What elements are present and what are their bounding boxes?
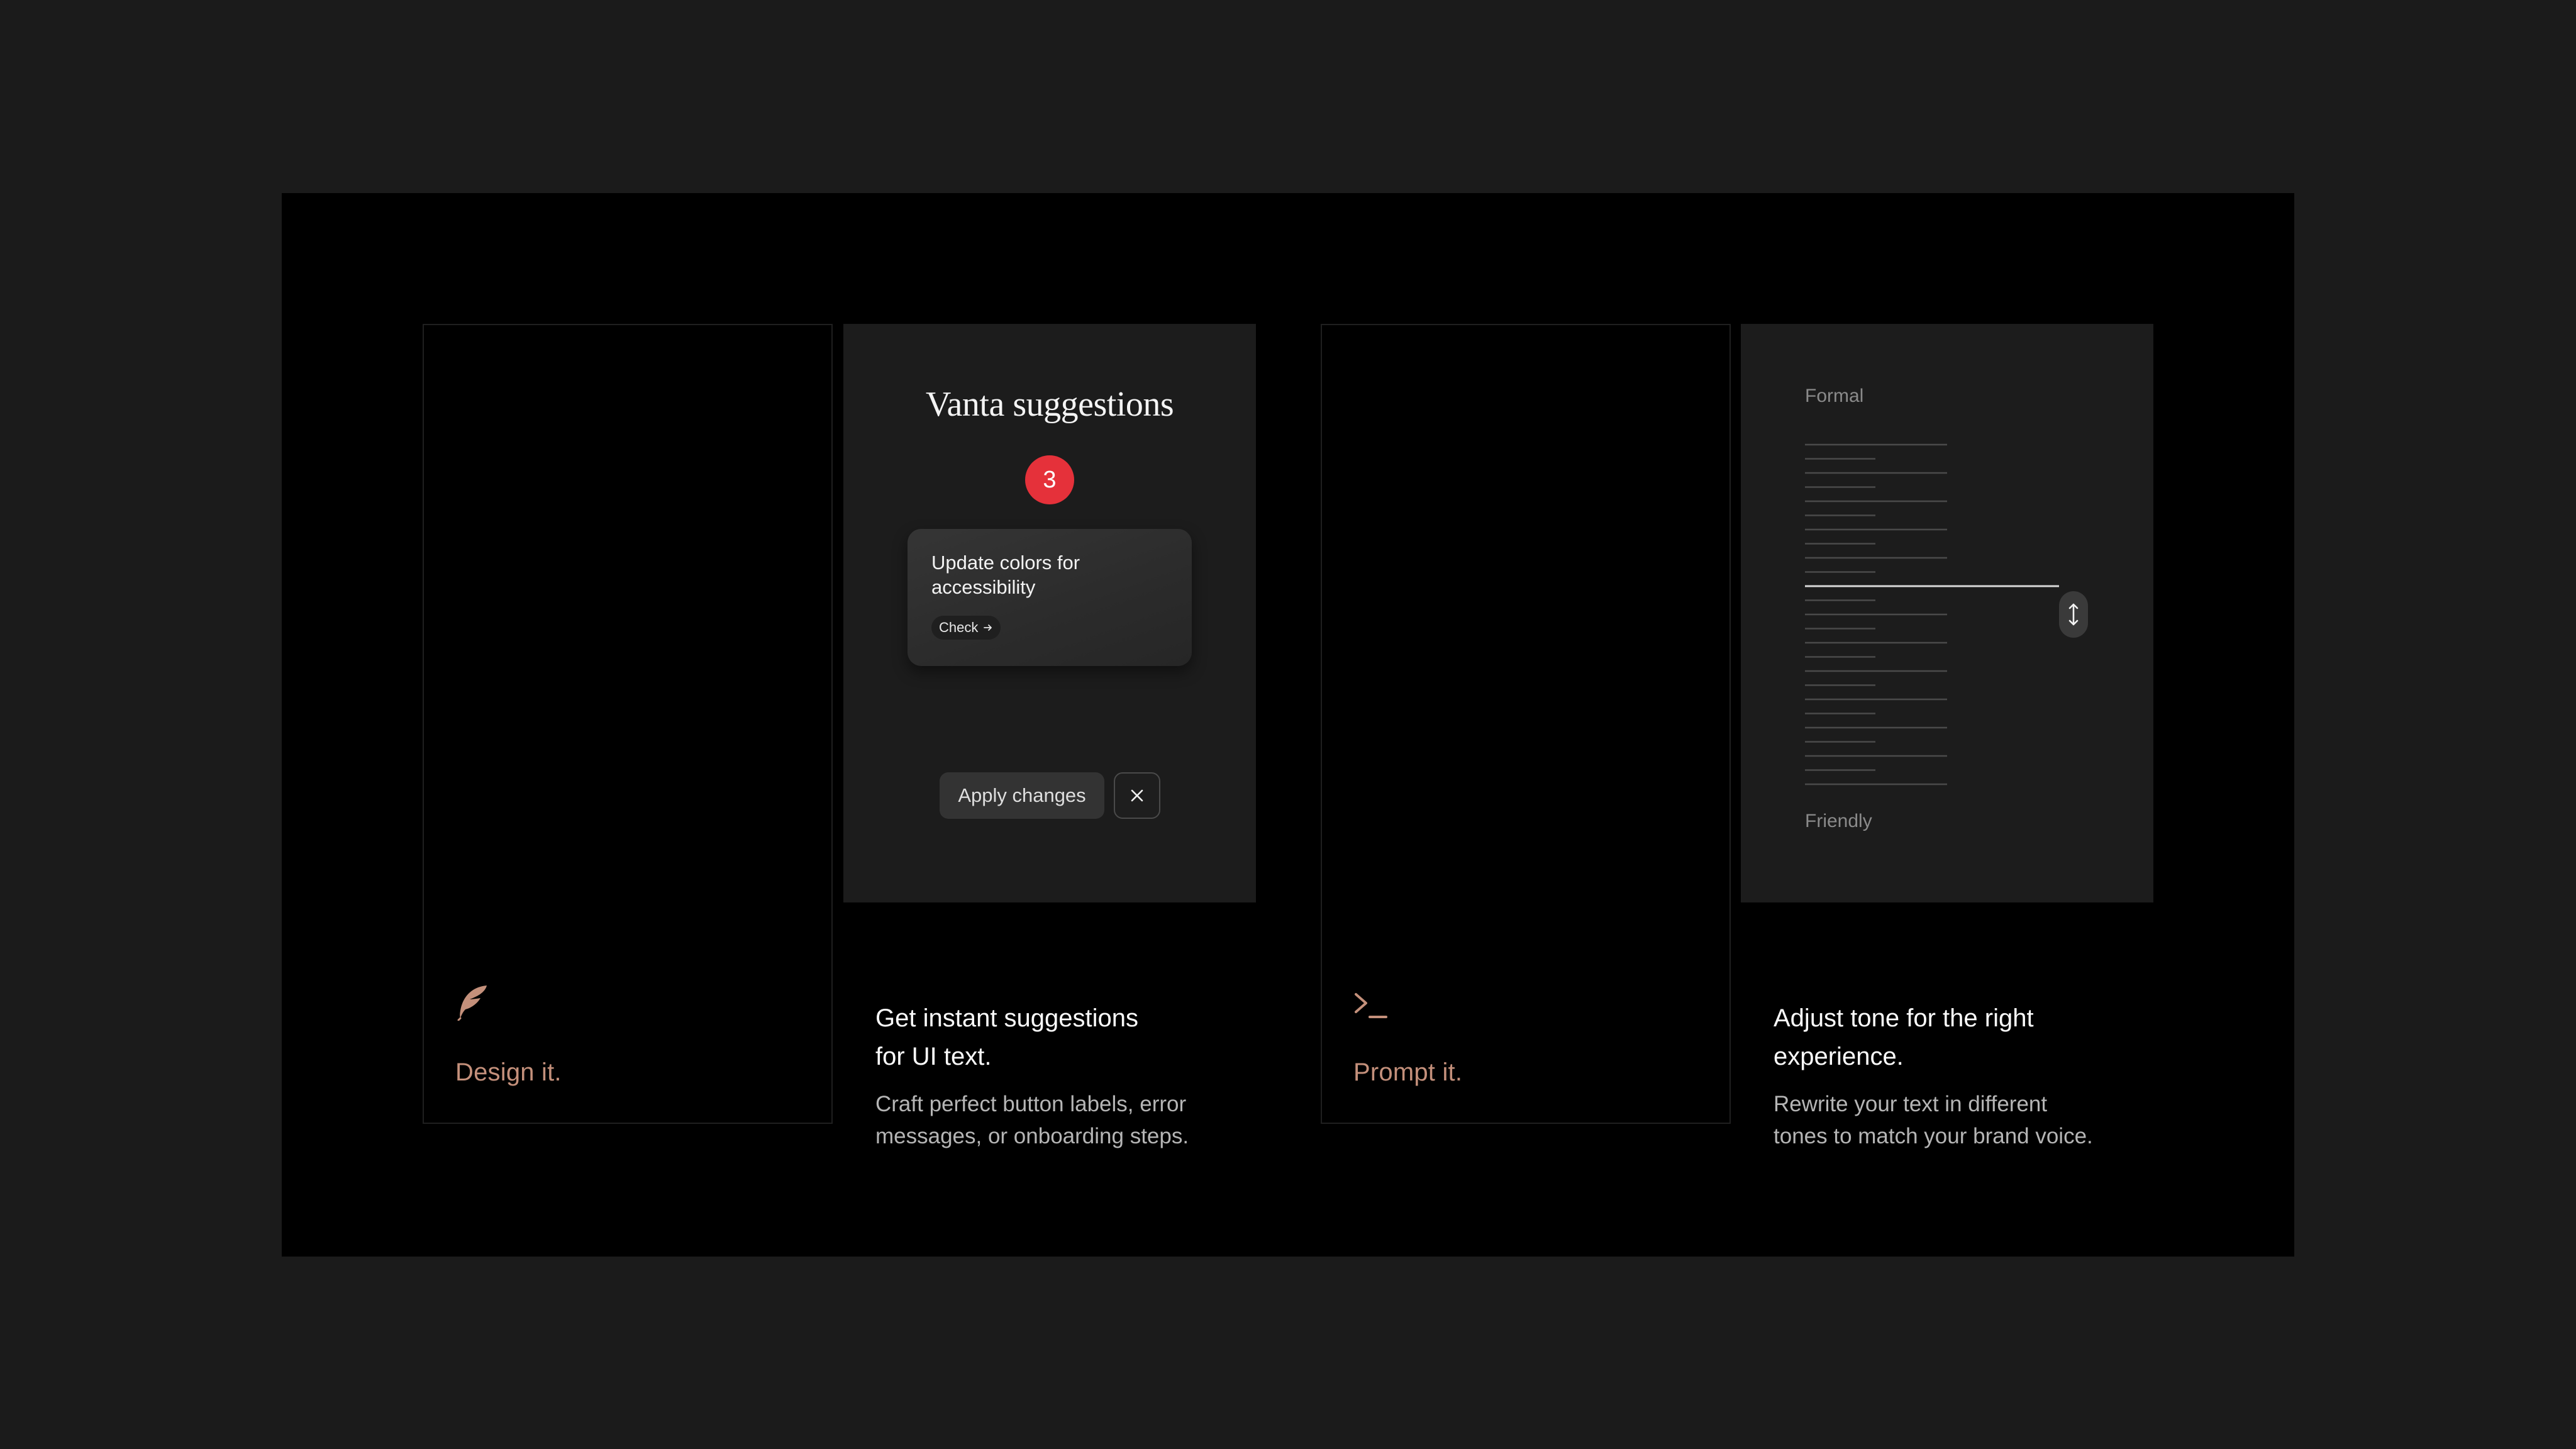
tone-panel: Formal Friendly: [1741, 324, 2153, 902]
tone-scale: [1805, 443, 2059, 786]
suggestion-text: Update colors for accessibility: [931, 552, 1080, 598]
terminal-prompt-icon: [1355, 993, 1387, 1018]
tone-heading-line: experience.: [1774, 1043, 1904, 1070]
design-card[interactable]: Design it.: [423, 324, 833, 1124]
apply-changes-button[interactable]: Apply changes: [940, 772, 1104, 819]
tone-bottom-label: Friendly: [1805, 811, 1872, 831]
tone-heading: Adjust tone for the right experience.: [1774, 999, 2126, 1076]
suggestions-description: Craft perfect button labels, error messa…: [875, 1088, 1265, 1152]
check-label: Check: [939, 619, 979, 635]
vertical-arrows-icon: [2068, 603, 2079, 626]
suggestions-panel: Vanta suggestions 3 Update colors for ac…: [843, 324, 1256, 902]
tone-description-line: Rewrite your text in different: [1774, 1092, 2048, 1116]
suggestion-card[interactable]: Update colors for accessibility Check: [908, 529, 1192, 666]
dismiss-button[interactable]: [1114, 772, 1160, 819]
prompt-card[interactable]: Prompt it.: [1321, 324, 1731, 1124]
showcase-frame: Design it. Vanta suggestions 3 Update co…: [282, 193, 2294, 1257]
prompt-label: Prompt it.: [1353, 1058, 1463, 1086]
suggestions-heading: Get instant suggestions for UI text.: [875, 999, 1228, 1076]
tone-description: Rewrite your text in different tones to …: [1774, 1088, 2163, 1152]
suggestions-description-line: messages, or onboarding steps.: [875, 1124, 1189, 1148]
tone-slider-handle[interactable]: [2059, 591, 2088, 638]
arrow-right-icon: [984, 625, 992, 631]
close-icon: [1131, 789, 1143, 802]
tone-description-line: tones to match your brand voice.: [1774, 1124, 2093, 1148]
tone-heading-line: Adjust tone for the right: [1774, 1004, 2034, 1032]
suggestions-heading-line: for UI text.: [875, 1043, 992, 1070]
suggestions-heading-line: Get instant suggestions: [875, 1004, 1139, 1032]
suggestions-description-line: Craft perfect button labels, error: [875, 1092, 1187, 1116]
feather-icon: [457, 985, 487, 1021]
suggestion-count-badge: 3: [1025, 455, 1074, 504]
design-label: Design it.: [455, 1058, 562, 1086]
suggestions-title: Vanta suggestions: [925, 385, 1174, 424]
check-button[interactable]: Check: [931, 616, 1001, 640]
